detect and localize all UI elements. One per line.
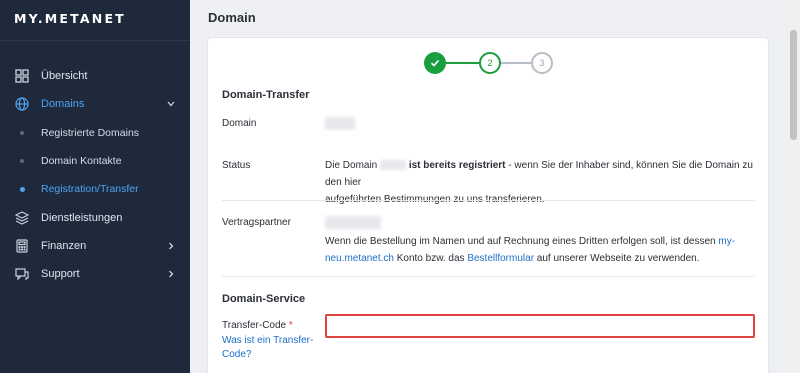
vertragspartner-label: Vertragspartner <box>222 217 291 228</box>
grid-icon <box>15 69 29 83</box>
calculator-icon <box>16 239 28 253</box>
required-marker: * <box>288 320 293 331</box>
sidebar-item-label: Übersicht <box>41 70 88 82</box>
sidebar-item-support[interactable]: Support <box>0 261 190 287</box>
sidebar-item-label: Domains <box>41 98 85 110</box>
sidebar-item-uebersicht[interactable]: Übersicht <box>0 63 190 89</box>
page-title: Domain <box>208 10 256 25</box>
bullet-dot <box>19 186 25 192</box>
check-icon <box>430 59 440 67</box>
domain-value-redacted <box>325 117 355 130</box>
transfer-code-label: Transfer-Code * <box>222 320 293 331</box>
transfer-code-input[interactable] <box>325 314 755 338</box>
chevron-down-icon <box>167 101 175 107</box>
transfer-code-help-link[interactable]: Was ist ein Transfer-Code? <box>222 334 317 362</box>
my-neu-link[interactable]: neu.metanet.ch <box>325 253 394 264</box>
sidebar-item-label: Finanzen <box>41 240 87 252</box>
bullet-dot <box>20 131 24 135</box>
logo[interactable]: MY.METANET <box>14 11 126 26</box>
sidebar-item-label: Dienstleistungen <box>41 212 123 224</box>
chat-icon <box>15 268 29 281</box>
step-1-complete <box>424 52 446 74</box>
progress-stepper: 2 3 <box>424 52 554 74</box>
globe-icon <box>15 97 29 111</box>
hint-text-part: Konto bzw. das <box>393 253 468 264</box>
chevron-right-icon <box>169 242 174 250</box>
status-bold: ist bereits registriert <box>408 160 506 171</box>
step-3-pending: 3 <box>531 52 553 74</box>
bestellformular-link[interactable]: Bestellformular <box>467 253 534 264</box>
vertragspartner-value-redacted <box>325 216 381 229</box>
sidebar-subitem-registration-transfer[interactable]: Registration/Transfer <box>0 178 190 200</box>
hint-text-part: auf unserer Webseite zu verwenden. <box>534 253 700 264</box>
divider <box>222 276 755 277</box>
hint-text-part: Wenn die Bestellung im Namen und auf Rec… <box>325 236 716 247</box>
sidebar-item-finanzen[interactable]: Finanzen <box>0 233 190 259</box>
step-2-current: 2 <box>479 52 501 74</box>
stepper-line-complete <box>446 62 479 64</box>
scrollbar-thumb[interactable] <box>790 30 797 140</box>
divider <box>222 200 755 201</box>
sidebar-subitem-registrierte-domains[interactable]: Registrierte Domains <box>0 122 190 144</box>
sidebar-item-label: Support <box>41 268 80 280</box>
section-title-domain-service: Domain-Service <box>222 293 306 305</box>
domain-name-redacted <box>380 160 407 171</box>
vertragspartner-hint: Wenn die Bestellung im Namen und auf Rec… <box>325 233 755 267</box>
sidebar-subitem-label: Domain Kontakte <box>41 155 122 167</box>
status-label: Status <box>222 160 251 171</box>
sidebar: MY.METANET Übersicht Domains Registriert… <box>0 0 190 373</box>
sidebar-divider <box>0 40 190 41</box>
my-neu-link[interactable]: my- <box>718 236 735 247</box>
bullet-dot <box>20 159 24 163</box>
layers-icon <box>15 211 29 225</box>
sidebar-subitem-label: Registrierte Domains <box>41 127 140 139</box>
status-text-part: Die Domain <box>325 160 378 171</box>
sidebar-subitem-domain-kontakte[interactable]: Domain Kontakte <box>0 150 190 172</box>
sidebar-item-domains[interactable]: Domains <box>0 91 190 117</box>
sidebar-item-dienstleistungen[interactable]: Dienstleistungen <box>0 205 190 231</box>
stepper-line-pending <box>501 62 531 64</box>
sidebar-subitem-label: Registration/Transfer <box>41 183 139 195</box>
transfer-code-label-text: Transfer-Code <box>222 320 287 331</box>
chevron-right-icon <box>169 270 174 278</box>
domain-label: Domain <box>222 118 257 129</box>
section-title-domain-transfer: Domain-Transfer <box>222 89 310 101</box>
